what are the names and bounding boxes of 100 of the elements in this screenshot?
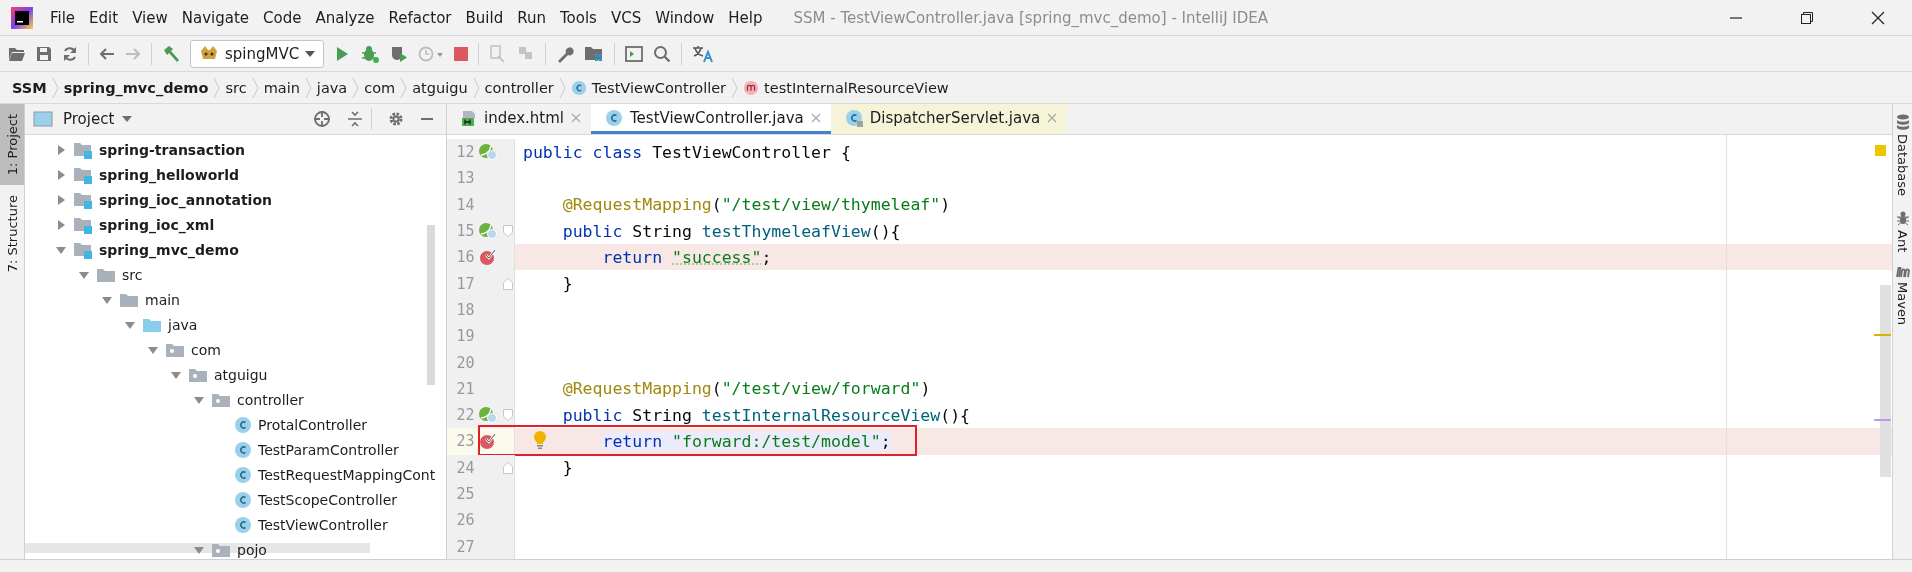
menu-item[interactable]: Analyze — [308, 8, 382, 27]
folder-icon — [96, 266, 116, 283]
code-line: public String testThymeleafView(){ — [561, 221, 901, 241]
tree-item[interactable]: java — [168, 316, 198, 333]
expand-arrow-icon[interactable] — [55, 218, 67, 231]
bean-icon[interactable] — [478, 143, 499, 162]
tree-item[interactable]: src — [122, 266, 143, 283]
folder-icon — [119, 291, 139, 308]
bean-icon[interactable] — [478, 222, 499, 241]
run-configuration-dropdown[interactable]: spingMVC — [190, 39, 325, 68]
menu-item[interactable]: Help — [721, 8, 770, 27]
restore-icon[interactable] — [1800, 10, 1814, 25]
search-icon[interactable] — [653, 44, 672, 63]
close-icon[interactable] — [1871, 10, 1885, 25]
tree-item[interactable]: TestParamController — [258, 441, 399, 458]
save-icon[interactable] — [36, 45, 52, 62]
tree-item[interactable]: spring_mvc_demo — [99, 241, 239, 258]
tree-item[interactable]: spring_helloworld — [99, 166, 239, 183]
line-number: 22 — [455, 406, 475, 425]
menu-item[interactable]: Build — [458, 8, 511, 27]
menu-item[interactable]: VCS — [603, 8, 649, 27]
tree-item[interactable]: controller — [237, 391, 304, 408]
bean-icon[interactable] — [478, 406, 499, 425]
chevron-icon — [352, 76, 360, 99]
breadcrumb[interactable]: spring_mvc_demo — [63, 79, 209, 96]
menu-item[interactable]: Window — [648, 8, 722, 27]
translate-icon[interactable] — [692, 44, 715, 63]
tree-item[interactable]: spring_ioc_annotation — [99, 191, 272, 208]
tool-window-tab[interactable]: Ant — [1895, 210, 1910, 253]
breadcrumb[interactable]: main — [263, 79, 300, 96]
tree-item[interactable]: pojo — [237, 541, 267, 558]
tree-item[interactable]: TestScopeController — [258, 491, 398, 508]
bug-icon[interactable] — [360, 44, 381, 63]
editor-tab[interactable]: TestViewController.java — [591, 104, 831, 134]
tree-item[interactable]: TestViewController — [258, 516, 388, 533]
target-icon[interactable] — [313, 110, 331, 128]
tool-window-tab[interactable]: Database — [1895, 114, 1910, 197]
menu-item[interactable]: File — [43, 8, 83, 27]
profile-icon[interactable] — [418, 44, 445, 63]
caret-icon — [305, 50, 316, 57]
breadcrumb[interactable]: src — [225, 79, 247, 96]
expand-arrow-icon[interactable] — [55, 143, 67, 156]
code-line: @RequestMapping("/test/view/thymeleaf") — [561, 195, 951, 215]
menu-item[interactable]: Tools — [552, 8, 604, 27]
wrench-icon[interactable] — [556, 44, 575, 63]
breakpoint-icon[interactable] — [479, 248, 498, 267]
tree-item[interactable]: spring-transaction — [99, 141, 246, 158]
line-number: 18 — [455, 300, 475, 319]
stop-icon[interactable] — [454, 46, 469, 61]
hammer-icon[interactable] — [162, 44, 180, 63]
line-number: 26 — [455, 511, 475, 530]
line-number: 23 — [455, 432, 475, 451]
settings-icon[interactable] — [388, 111, 404, 127]
tool-window-tab[interactable]: Maven — [1895, 266, 1910, 326]
menu-item[interactable]: View — [125, 8, 175, 27]
back-arrow-icon[interactable] — [99, 45, 115, 62]
panel-title[interactable]: Project — [63, 110, 115, 128]
tool-window-tab[interactable]: 1: Project — [0, 104, 24, 186]
html-file-icon — [461, 109, 477, 126]
tool-window-tab[interactable]: 7: Structure — [0, 185, 24, 283]
scrollbar-thumb[interactable] — [1880, 285, 1891, 477]
menu-item[interactable]: Code — [256, 8, 309, 27]
forward-arrow-icon[interactable] — [125, 45, 141, 62]
menu-item[interactable]: Edit — [82, 8, 126, 27]
menu-item[interactable]: Navigate — [174, 8, 257, 27]
scrollbar-thumb[interactable] — [427, 225, 435, 385]
coverage-icon[interactable] — [390, 44, 409, 63]
breadcrumb[interactable]: SSM — [12, 79, 47, 96]
breadcrumb[interactable]: testInternalResourceView — [764, 79, 949, 96]
maven-icon — [1895, 266, 1910, 279]
tree-item[interactable]: main — [145, 291, 180, 308]
tree-item[interactable]: spring_ioc_xml — [99, 216, 215, 233]
collapse-all-icon[interactable] — [347, 111, 363, 127]
breadcrumb[interactable]: TestViewController — [591, 79, 727, 96]
menu-item[interactable]: Run — [510, 8, 553, 27]
breakpoint-icon[interactable] — [479, 432, 498, 451]
caret-icon[interactable] — [122, 116, 133, 122]
open-folder-icon[interactable] — [8, 45, 26, 62]
breadcrumb[interactable]: com — [364, 79, 396, 96]
tree-item[interactable]: ProtalController — [258, 416, 368, 433]
module-folder-icon — [73, 165, 93, 184]
editor-tab[interactable]: index.html — [447, 104, 591, 134]
expand-arrow-icon[interactable] — [55, 168, 67, 181]
breadcrumb[interactable]: java — [316, 79, 348, 96]
code-line: @RequestMapping("/test/view/forward") — [561, 379, 931, 399]
folder-grid-icon[interactable] — [584, 44, 605, 63]
terminal-icon[interactable] — [625, 45, 644, 62]
class-icon — [234, 515, 252, 534]
tree-item[interactable]: com — [191, 341, 221, 358]
refresh-icon[interactable] — [62, 45, 78, 62]
lightbulb-icon[interactable] — [533, 430, 547, 451]
breadcrumb[interactable]: atguigu — [412, 79, 468, 96]
breadcrumb[interactable]: controller — [484, 79, 554, 96]
menu-item[interactable]: Refactor — [381, 8, 459, 27]
chevron-icon — [472, 76, 480, 99]
tree-item[interactable]: TestRequestMappingCont — [258, 466, 436, 483]
line-number: 25 — [455, 485, 475, 503]
editor-tab[interactable]: DispatcherServlet.java — [830, 104, 1068, 134]
tree-item[interactable]: atguigu — [214, 366, 268, 383]
expand-arrow-icon[interactable] — [55, 193, 67, 206]
